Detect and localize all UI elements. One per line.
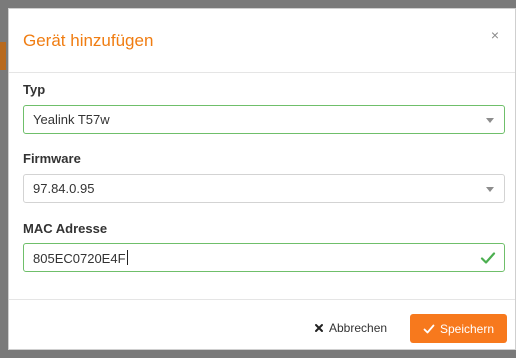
check-icon <box>480 252 496 264</box>
text-cursor <box>126 250 128 265</box>
firmware-select-value: 97.84.0.95 <box>33 181 95 196</box>
dialog-header: Gerät hinzufügen × <box>9 9 515 73</box>
chevron-down-icon <box>486 187 494 192</box>
cancel-label: Abbrechen <box>329 321 388 335</box>
typ-select[interactable]: Yealink T57w <box>23 105 505 134</box>
mac-address-value: 805EC0720E4F <box>33 251 126 266</box>
dialog-footer: Abbrechen Speichern <box>9 299 515 351</box>
x-icon <box>315 324 323 332</box>
firmware-select[interactable]: 97.84.0.95 <box>23 174 505 203</box>
close-icon: × <box>490 27 500 43</box>
check-icon <box>423 324 435 333</box>
mac-input-text-wrapper: 805EC0720E4F <box>33 250 128 266</box>
dialog-title: Gerät hinzufügen <box>23 31 154 50</box>
typ-select-value: Yealink T57w <box>33 112 110 127</box>
firmware-label: Firmware <box>23 151 81 166</box>
mac-address-input[interactable]: 805EC0720E4F <box>23 243 505 272</box>
background-accent-edge <box>0 42 6 70</box>
typ-label: Typ <box>23 82 46 97</box>
save-label: Speichern <box>439 321 495 336</box>
add-device-dialog: Gerät hinzufügen × Typ Yealink T57w Firm… <box>8 8 516 350</box>
mac-label: MAC Adresse <box>23 221 108 236</box>
close-button[interactable]: × <box>487 27 503 43</box>
save-button[interactable]: Speichern <box>410 314 507 343</box>
cancel-button[interactable]: Abbrechen <box>313 316 387 340</box>
chevron-down-icon <box>486 118 494 123</box>
